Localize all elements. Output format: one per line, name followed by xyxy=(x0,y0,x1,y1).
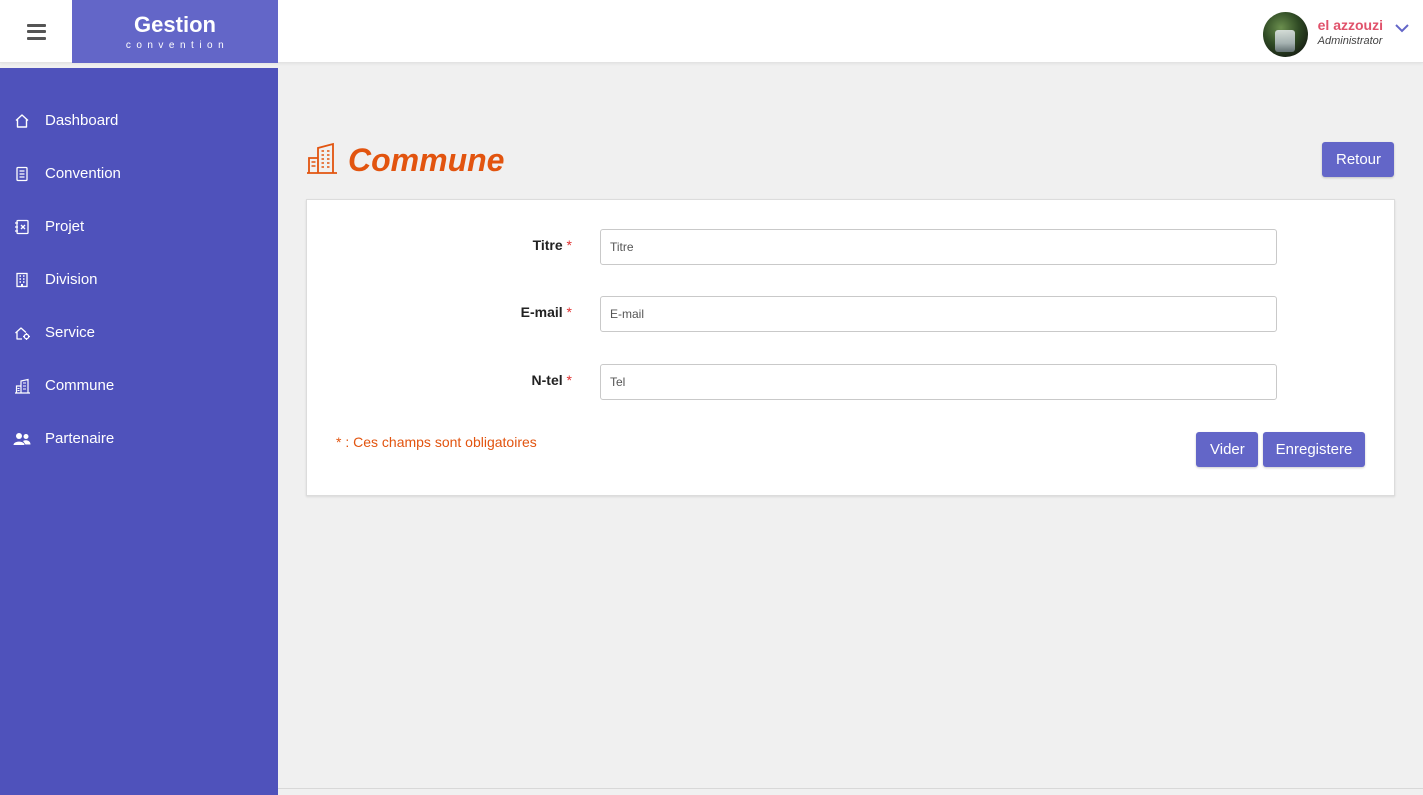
sidebar-item-label: Service xyxy=(45,324,96,341)
required-mark: * xyxy=(566,372,572,388)
sidebar-item-label: Division xyxy=(45,271,98,288)
required-mark: * xyxy=(566,237,572,253)
email-label: E-mail * xyxy=(521,304,572,320)
user-role: Administrator xyxy=(1317,35,1383,47)
brand-subtitle: convention xyxy=(125,39,230,51)
city-icon xyxy=(13,377,31,395)
sidebar-item-label: Projet xyxy=(45,218,85,235)
commune-form: Titre * E-mail * N-tel * * : Ces champs … xyxy=(306,199,1395,496)
form-actions: Vider Enregistere xyxy=(1196,432,1365,467)
sidebar-item-service[interactable]: Service xyxy=(0,306,278,359)
sidebar-item-label: Commune xyxy=(45,377,115,394)
sidebar-item-dashboard[interactable]: Dashboard xyxy=(0,94,278,147)
page-title: Commune xyxy=(348,141,505,178)
chevron-down-icon[interactable] xyxy=(1395,24,1409,33)
email-input[interactable] xyxy=(600,296,1277,332)
sidebar-item-label: Convention xyxy=(45,165,121,182)
clear-button[interactable]: Vider xyxy=(1196,432,1258,467)
sidebar-item-convention[interactable]: Convention xyxy=(0,147,278,200)
page-header: Commune xyxy=(306,140,504,180)
back-button[interactable]: Retour xyxy=(1322,142,1394,177)
brand-title: Gestion xyxy=(134,11,216,37)
sidebar-item-label: Dashboard xyxy=(45,112,119,129)
form-row-ntel: N-tel * xyxy=(307,364,1394,400)
required-fields-note: * : Ces champs sont obligatoires xyxy=(336,434,537,450)
project-icon xyxy=(13,218,31,236)
sidebar-item-label: Partenaire xyxy=(45,430,115,447)
footer-divider xyxy=(278,788,1423,789)
menu-toggle-button[interactable] xyxy=(0,0,72,63)
user-menu[interactable]: el azzouzi Administrator xyxy=(1262,12,1409,57)
brand-logo[interactable]: Gestion convention xyxy=(72,0,278,63)
users-icon xyxy=(13,430,31,448)
form-row-titre: Titre * xyxy=(307,229,1394,265)
home-icon xyxy=(13,112,31,130)
service-gear-icon xyxy=(13,324,31,342)
form-row-email: E-mail * xyxy=(307,296,1394,332)
avatar[interactable] xyxy=(1262,12,1308,57)
ntel-label: N-tel * xyxy=(532,372,572,388)
building-icon xyxy=(13,271,31,289)
city-icon xyxy=(306,142,338,179)
user-name: el azzouzi xyxy=(1317,17,1383,33)
field-label: E-mail xyxy=(520,304,563,320)
sidebar-item-projet[interactable]: Projet xyxy=(0,200,278,253)
sidebar-nav: Dashboard Convention Projet Division Ser… xyxy=(0,68,278,465)
required-mark: * xyxy=(566,304,572,320)
field-label: N-tel xyxy=(531,372,563,388)
titre-input[interactable] xyxy=(600,229,1277,265)
hamburger-icon xyxy=(26,23,46,40)
titre-label: Titre * xyxy=(533,237,572,253)
tel-input[interactable] xyxy=(600,364,1277,400)
save-button[interactable]: Enregistere xyxy=(1263,432,1365,467)
document-icon xyxy=(13,165,31,183)
sidebar-item-commune[interactable]: Commune xyxy=(0,359,278,412)
top-bar: Gestion convention el azzouzi Administra… xyxy=(0,0,1423,63)
field-label: Titre xyxy=(532,237,563,253)
sidebar: Dashboard Convention Projet Division Ser… xyxy=(0,68,278,795)
sidebar-item-division[interactable]: Division xyxy=(0,253,278,306)
user-info: el azzouzi Administrator xyxy=(1318,18,1383,48)
sidebar-item-partenaire[interactable]: Partenaire xyxy=(0,412,278,465)
